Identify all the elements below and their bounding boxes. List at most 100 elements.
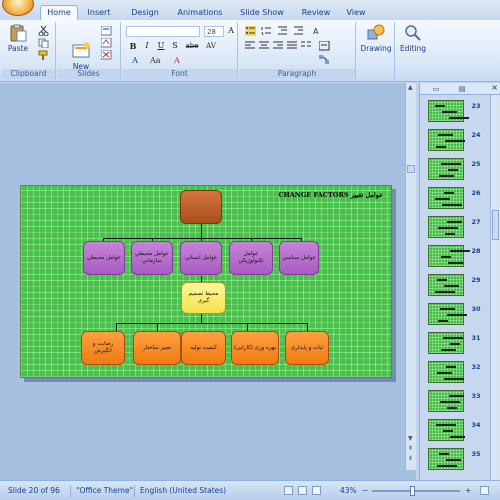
outcome-box[interactable]: بهره وری (کارایی) bbox=[231, 331, 279, 365]
outcome-box[interactable]: ثبات و پایداری bbox=[285, 331, 329, 365]
slide-thumbnail-image[interactable] bbox=[428, 361, 464, 383]
slide-thumbnail[interactable]: 26 bbox=[420, 187, 490, 213]
outcome-box[interactable]: تغییر ساختار bbox=[133, 331, 181, 365]
slide-thumbnail-image[interactable] bbox=[428, 187, 464, 209]
factor-box[interactable]: عوامل سياسي bbox=[279, 241, 319, 275]
slide-sorter-icon[interactable] bbox=[298, 486, 307, 495]
font-size-combo[interactable]: 28 bbox=[204, 26, 224, 37]
zoom-in-icon[interactable]: + bbox=[465, 485, 471, 497]
bold-button[interactable]: B bbox=[128, 41, 138, 51]
drawing-button[interactable]: Drawing bbox=[359, 24, 393, 53]
factor-box[interactable]: عوامل محيطي سازماني bbox=[131, 241, 173, 275]
normal-view-icon[interactable] bbox=[284, 486, 293, 495]
scroll-up-arrow[interactable]: ▲ bbox=[408, 84, 413, 91]
char-spacing-button[interactable]: AV bbox=[204, 41, 218, 51]
slide-thumbnail[interactable]: 24 bbox=[420, 129, 490, 155]
slide-thumbnail[interactable]: 29 bbox=[420, 274, 490, 300]
bullets-icon[interactable] bbox=[245, 26, 256, 36]
slide-thumbnail-image[interactable] bbox=[428, 332, 464, 354]
org-top-box[interactable] bbox=[180, 190, 222, 224]
numbering-icon[interactable] bbox=[261, 26, 272, 36]
slide-thumbnail-image[interactable] bbox=[428, 419, 465, 441]
slide-thumbnail-image[interactable] bbox=[428, 158, 464, 180]
tab-home[interactable]: Home bbox=[40, 5, 78, 21]
tab-review[interactable]: Review bbox=[300, 6, 332, 20]
scroll-down-arrow[interactable]: ▼ bbox=[408, 435, 413, 442]
align-text-icon[interactable] bbox=[318, 40, 330, 51]
layout-icon[interactable] bbox=[100, 25, 112, 36]
slide-canvas[interactable]: CHANGE FACTORS عوامل تغيير عوامل محيطي ع… bbox=[20, 185, 392, 378]
slide-thumbnail[interactable]: 30 bbox=[420, 303, 490, 329]
slide-thumbnail-image[interactable] bbox=[428, 129, 465, 151]
increase-indent-icon[interactable] bbox=[293, 26, 304, 36]
close-icon[interactable]: × bbox=[491, 83, 498, 92]
tab-animations[interactable]: Animations bbox=[174, 6, 226, 20]
slide-thumbnail[interactable]: 25 bbox=[420, 158, 490, 184]
decision-environment-box[interactable]: محیط تصمیم گیری bbox=[181, 282, 226, 314]
previous-slide-icon[interactable]: ⇞ bbox=[408, 445, 413, 452]
panel-scrollbar[interactable] bbox=[490, 95, 500, 480]
shadow-button[interactable]: S bbox=[170, 41, 180, 51]
slide-thumbnail[interactable]: 31 bbox=[420, 332, 490, 358]
align-center-icon[interactable] bbox=[259, 41, 270, 51]
slide-thumbnail-image[interactable] bbox=[428, 303, 467, 325]
zoom-out-icon[interactable]: − bbox=[362, 485, 368, 497]
slide-thumbnail[interactable]: 23 bbox=[420, 100, 490, 126]
slide-thumbnail-image[interactable] bbox=[428, 274, 464, 296]
zoom-slider-knob[interactable] bbox=[410, 486, 415, 496]
tab-design[interactable]: Design bbox=[128, 6, 162, 20]
slide-title[interactable]: CHANGE FACTORS عوامل تغيير bbox=[278, 191, 383, 199]
font-name-combo[interactable] bbox=[126, 26, 200, 37]
language[interactable]: English (United States) bbox=[140, 485, 226, 497]
fit-to-window-icon[interactable] bbox=[480, 486, 489, 495]
slide-thumbnail-image[interactable] bbox=[428, 245, 470, 267]
italic-button[interactable]: I bbox=[142, 41, 152, 51]
slide-thumbnail-image[interactable] bbox=[428, 390, 464, 412]
reset-icon[interactable] bbox=[100, 37, 112, 48]
delete-slide-icon[interactable] bbox=[100, 49, 112, 60]
outcome-box[interactable]: رضایت و انگیزش bbox=[81, 331, 125, 365]
outcome-box[interactable]: کیفیت تولید bbox=[181, 331, 226, 365]
paste-button[interactable]: Paste bbox=[6, 24, 30, 53]
slide-thumbnail[interactable]: 34 bbox=[420, 419, 490, 445]
columns-icon[interactable] bbox=[301, 41, 312, 51]
factor-box[interactable]: عوامل انساني bbox=[180, 241, 222, 275]
change-case-icon[interactable]: Aa bbox=[150, 56, 161, 66]
office-button[interactable] bbox=[2, 0, 34, 16]
slide-thumbnail-image[interactable] bbox=[428, 216, 464, 238]
zoom-slider[interactable] bbox=[372, 490, 460, 492]
scroll-thumb[interactable] bbox=[407, 165, 415, 173]
slide-thumbnail[interactable]: 35 bbox=[420, 448, 490, 474]
format-painter-icon[interactable] bbox=[38, 50, 49, 60]
slide-thumbnail[interactable]: 27 bbox=[420, 216, 490, 242]
grow-font-icon[interactable]: A bbox=[226, 26, 236, 36]
slide-vertical-scrollbar[interactable]: ▲ ▼ ⇞ ⇟ bbox=[405, 83, 416, 470]
tab-insert[interactable]: Insert bbox=[84, 6, 114, 20]
slide-thumbnail[interactable]: 33 bbox=[420, 390, 490, 416]
tab-view[interactable]: View bbox=[344, 6, 368, 20]
smartart-icon[interactable] bbox=[319, 55, 330, 65]
editing-button[interactable]: Editing bbox=[398, 24, 428, 53]
factor-box[interactable]: عوامل تکنولوژيكي bbox=[229, 241, 273, 275]
tab-outline[interactable]: ▭ bbox=[424, 84, 448, 95]
decrease-indent-icon[interactable] bbox=[277, 26, 288, 36]
factor-box[interactable]: عوامل محيطي bbox=[83, 241, 125, 275]
justify-icon[interactable] bbox=[287, 41, 298, 51]
clear-format-icon[interactable]: A bbox=[172, 56, 182, 66]
slide-thumbnail-image[interactable] bbox=[428, 448, 464, 470]
tab-slides[interactable]: ▤ bbox=[450, 84, 474, 95]
cut-icon[interactable] bbox=[38, 25, 49, 37]
strikethrough-button[interactable]: abe bbox=[184, 41, 200, 51]
slide-thumbnail[interactable]: 32 bbox=[420, 361, 490, 387]
next-slide-icon[interactable]: ⇟ bbox=[408, 455, 413, 462]
slide-show-icon[interactable] bbox=[312, 486, 321, 495]
align-right-icon[interactable] bbox=[273, 41, 284, 51]
panel-scroll-thumb[interactable] bbox=[492, 210, 499, 240]
align-left-icon[interactable] bbox=[245, 41, 256, 51]
slide-thumbnail-image[interactable] bbox=[428, 100, 469, 122]
font-color-icon[interactable]: A bbox=[130, 56, 140, 66]
slide-thumbnail[interactable]: 28 bbox=[420, 245, 490, 271]
underline-button[interactable]: U bbox=[156, 41, 166, 51]
copy-icon[interactable] bbox=[38, 38, 49, 49]
tab-slide-show[interactable]: Slide Show bbox=[237, 6, 287, 20]
